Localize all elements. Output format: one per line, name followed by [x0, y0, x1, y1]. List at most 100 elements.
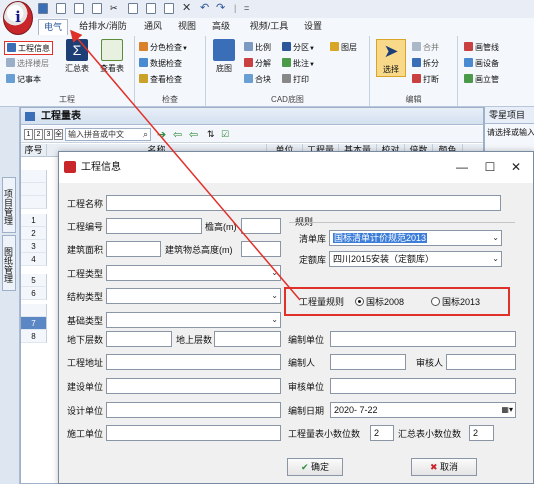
- table-row[interactable]: [21, 196, 47, 209]
- project-no-field[interactable]: [106, 218, 202, 234]
- design-unit-field[interactable]: [106, 402, 281, 418]
- project-type-select[interactable]: ⌄: [106, 265, 281, 281]
- view-check-button[interactable]: 查看检查: [139, 73, 182, 87]
- level-3-button[interactable]: 3: [44, 129, 53, 140]
- merge-button[interactable]: 合并: [412, 41, 439, 55]
- table-row[interactable]: 2: [21, 227, 47, 240]
- foundation-type-select[interactable]: ⌄: [106, 312, 281, 328]
- structure-type-select[interactable]: ⌄: [106, 288, 281, 304]
- print-button[interactable]: 打印: [282, 73, 309, 87]
- select-floor-button[interactable]: 选择楼层: [6, 57, 49, 71]
- reviewer-field[interactable]: [446, 354, 516, 370]
- draw-device-button[interactable]: 画设备: [464, 57, 499, 71]
- table-row[interactable]: 4: [21, 253, 47, 266]
- table-row[interactable]: [21, 170, 47, 183]
- review-unit-field[interactable]: [330, 378, 516, 394]
- tab-view[interactable]: 视图: [174, 19, 200, 35]
- undo-icon[interactable]: ↶: [200, 3, 210, 14]
- arrow-left-icon[interactable]: ⇦: [189, 128, 198, 141]
- bill-library-select[interactable]: 国标清单计价规范2013 ⌄: [329, 230, 502, 246]
- calendar-icon[interactable]: ▦▾: [501, 403, 513, 417]
- summary-table-button[interactable]: Σ 汇总表: [60, 39, 94, 74]
- basement-floors-field[interactable]: [106, 331, 172, 347]
- scale-button[interactable]: 比例: [244, 41, 271, 55]
- break-button[interactable]: 打断: [412, 73, 439, 87]
- redo-icon[interactable]: ↷: [216, 3, 226, 14]
- table-row[interactable]: 5: [21, 274, 47, 287]
- explode-button[interactable]: 分解: [244, 57, 271, 71]
- cancel-button[interactable]: ✖ 取消: [411, 458, 477, 476]
- contractor-field[interactable]: [106, 425, 281, 441]
- compile-date-picker[interactable]: 2020- 7-22 ▦▾: [330, 402, 516, 418]
- open-file-icon[interactable]: [74, 3, 84, 14]
- table-row[interactable]: 8: [21, 330, 47, 343]
- save-icon[interactable]: [38, 3, 48, 14]
- search-icon[interactable]: ⌕: [143, 129, 148, 140]
- annotate-button[interactable]: 批注▼: [282, 57, 315, 71]
- draw-pipe-button[interactable]: 画管线: [464, 41, 499, 55]
- qty-rule-option-2008[interactable]: 国标2008: [355, 295, 404, 309]
- table-row[interactable]: [21, 183, 47, 196]
- table-row-selected[interactable]: 7: [21, 317, 47, 330]
- check-list-icon[interactable]: ☑: [221, 129, 229, 140]
- level-1-button[interactable]: 1: [24, 129, 33, 140]
- base-drawing-button[interactable]: 底图: [209, 39, 239, 74]
- merge-block-button[interactable]: 合块: [244, 73, 271, 87]
- table-row[interactable]: 3: [21, 240, 47, 253]
- above-floors-field[interactable]: [214, 331, 281, 347]
- summary-decimals-field[interactable]: 2: [469, 425, 494, 441]
- minimize-icon[interactable]: —: [455, 160, 469, 174]
- tab-advanced[interactable]: 高级: [208, 19, 234, 35]
- tab-ventilation[interactable]: 通风: [140, 19, 166, 35]
- tab-drainage-fire[interactable]: 给排水/消防: [74, 19, 132, 35]
- tab-settings[interactable]: 设置: [300, 19, 326, 35]
- building-area-field[interactable]: [106, 241, 161, 257]
- tab-video-tools[interactable]: 视频/工具: [246, 19, 292, 35]
- maximize-icon[interactable]: ☐: [483, 160, 497, 174]
- compiling-unit-field[interactable]: [330, 331, 516, 347]
- project-info-button[interactable]: 工程信息: [4, 41, 53, 55]
- qat-customize-icon[interactable]: =: [244, 3, 249, 13]
- app-logo[interactable]: i: [3, 1, 33, 35]
- qty-rule-option-2013[interactable]: 国标2013: [431, 295, 480, 309]
- print-preview-icon[interactable]: [92, 3, 102, 14]
- paste-special-icon[interactable]: [164, 3, 174, 14]
- construction-unit-field[interactable]: [106, 378, 281, 394]
- compiler-field[interactable]: [330, 354, 406, 370]
- notebook-button[interactable]: 记事本: [6, 73, 41, 87]
- select-button[interactable]: ➤ 选择: [376, 39, 406, 77]
- project-name-field[interactable]: [106, 195, 501, 211]
- draw-riser-button[interactable]: 画立管: [464, 73, 499, 87]
- zone-button[interactable]: 分区▼: [282, 41, 315, 55]
- level-all-button[interactable]: 全: [54, 129, 63, 140]
- split-button[interactable]: 拆分: [412, 57, 439, 71]
- table-row[interactable]: 1: [21, 214, 47, 227]
- layer-button[interactable]: 图层: [330, 41, 357, 55]
- level-2-button[interactable]: 2: [34, 129, 43, 140]
- total-height-field[interactable]: [241, 241, 281, 257]
- misc-items-title[interactable]: 零星项目: [485, 107, 534, 124]
- quota-library-select[interactable]: 四川2015安装（定额库） ⌄: [329, 251, 502, 267]
- close-icon[interactable]: ✕: [182, 3, 192, 14]
- tab-electrical[interactable]: 电气: [38, 19, 68, 35]
- color-check-button[interactable]: 分色检查▼: [139, 41, 188, 55]
- arrow-right-icon[interactable]: ➔: [157, 128, 166, 141]
- view-table-button[interactable]: 查看表: [95, 39, 129, 74]
- project-address-field[interactable]: [106, 354, 281, 370]
- paste-icon[interactable]: [146, 3, 156, 14]
- search-input[interactable]: 输入拼音或中文 ⌕: [65, 128, 151, 141]
- table-row[interactable]: [21, 304, 47, 317]
- eave-height-field[interactable]: [241, 218, 281, 234]
- qty-decimals-field[interactable]: 2: [370, 425, 394, 441]
- tab-drawing-management[interactable]: 图纸管理: [2, 235, 16, 291]
- copy-icon[interactable]: [128, 3, 138, 14]
- arrow-left-icon[interactable]: ⇦: [173, 128, 182, 141]
- tab-project-management[interactable]: 项目管理: [2, 177, 16, 233]
- sort-icon[interactable]: ⇅: [207, 129, 215, 140]
- close-icon[interactable]: ✕: [509, 160, 523, 174]
- ok-button[interactable]: ✔ 确定: [287, 458, 343, 476]
- data-check-button[interactable]: 数据检查: [139, 57, 182, 71]
- new-file-icon[interactable]: [56, 3, 66, 14]
- cut-icon[interactable]: ✂: [110, 3, 120, 14]
- table-row[interactable]: 6: [21, 287, 47, 300]
